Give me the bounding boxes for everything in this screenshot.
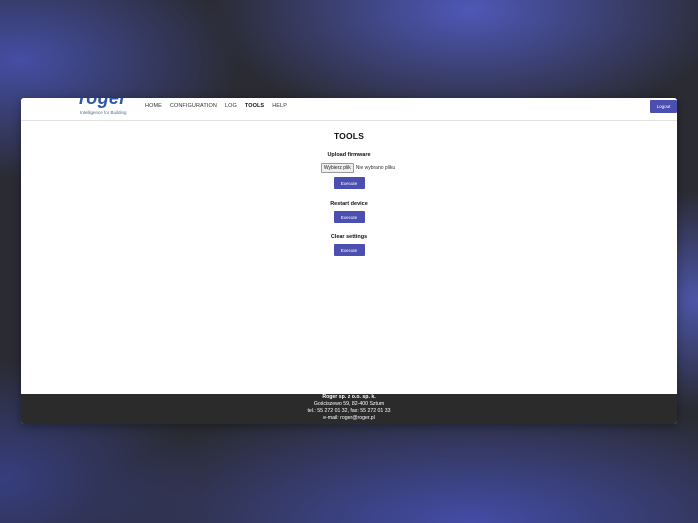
logout-button[interactable]: Logout	[650, 100, 677, 113]
logo-tagline: Intelligence for Building	[80, 110, 127, 115]
footer-company: Roger sp. z o.o. sp. k.	[322, 394, 376, 400]
main-content: TOOLS Upload firmware Wybierz plik Nie w…	[21, 121, 677, 256]
upload-firmware-title: Upload firmware	[327, 152, 371, 158]
upload-execute-button[interactable]: Execute	[333, 177, 365, 189]
footer-address: Gościszewo 59, 82-400 Sztum	[313, 401, 385, 407]
top-header: roger Intelligence for Building HOME CON…	[21, 98, 677, 121]
nav-tools[interactable]: TOOLS	[245, 103, 264, 109]
page-title: TOOLS	[333, 131, 365, 141]
restart-execute-button[interactable]: Execute	[333, 211, 365, 223]
main-nav: HOME CONFIGURATION LOG TOOLS HELP	[145, 103, 287, 109]
footer-email[interactable]: e-mail: roger@roger.pl	[21, 415, 677, 422]
nav-help[interactable]: HELP	[272, 103, 287, 109]
clear-settings-title: Clear settings	[330, 234, 368, 240]
nav-configuration[interactable]: CONFIGURATION	[170, 103, 217, 109]
roger-logo[interactable]: roger Intelligence for Building	[79, 98, 139, 120]
restart-device-title: Restart device	[330, 201, 368, 207]
nav-home[interactable]: HOME	[145, 103, 162, 109]
file-input: Wybierz plik Nie wybrano pliku	[21, 163, 677, 173]
footer: Roger sp. z o.o. sp. k. Gościszewo 59, 8…	[21, 394, 677, 424]
choose-file-button[interactable]: Wybierz plik	[320, 163, 354, 173]
footer-phone: tel.: 55 272 01 32, fax: 55 272 01 33	[307, 408, 391, 414]
browser-window: roger Intelligence for Building HOME CON…	[21, 98, 677, 424]
nav-log[interactable]: LOG	[225, 103, 237, 109]
no-file-chosen-text: Nie wybrano pliku	[355, 165, 396, 171]
logo-wordmark: roger	[79, 98, 127, 108]
clear-execute-button[interactable]: Execute	[333, 244, 365, 256]
